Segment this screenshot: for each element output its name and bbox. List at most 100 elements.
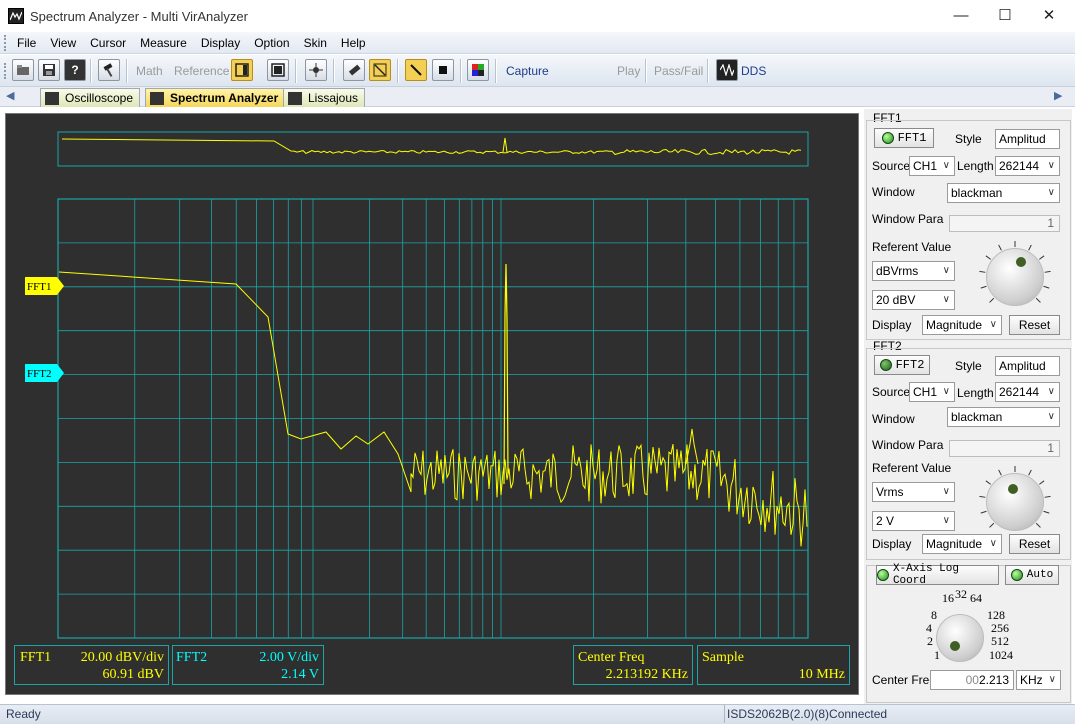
reference-button[interactable]: Reference (174, 59, 229, 83)
menu-display[interactable]: Display (194, 36, 247, 50)
fft2-length-select[interactable]: 262144 ∨ (995, 382, 1060, 402)
fft2-value: 2.14 V (281, 667, 319, 682)
fft1-source-select[interactable]: CH1 ∨ (909, 156, 955, 176)
menu-help[interactable]: Help (334, 36, 373, 50)
close-button[interactable]: ✕ (1026, 0, 1072, 30)
dial-label: 1024 (989, 648, 1013, 662)
fft2-source-select[interactable]: CH1 ∨ (909, 382, 955, 402)
fft2-style-select[interactable]: Amplitud (995, 356, 1060, 376)
fft2-window-value: blackman (951, 410, 1003, 424)
open-icon[interactable] (12, 59, 34, 81)
fft2-display-select[interactable]: Magnitude ∨ (922, 534, 1002, 554)
fft1-style-select[interactable]: Amplitud (995, 129, 1060, 149)
split-view-icon[interactable] (231, 59, 253, 81)
led-indicator-icon (879, 359, 892, 371)
chevron-down-icon: ∨ (989, 319, 997, 330)
fft2-toggle-button[interactable]: FFT2 (874, 355, 930, 375)
dial-label: 16 (942, 591, 954, 605)
chevron-down-icon: ∨ (989, 538, 997, 549)
fft1-window-select[interactable]: blackman ∨ (947, 183, 1060, 203)
knob-tick (979, 270, 986, 273)
xaxis-dial-knob[interactable] (936, 614, 984, 662)
color-icon[interactable] (467, 59, 489, 81)
menu-view[interactable]: View (43, 36, 83, 50)
fft1-value: 60.91 dBV (102, 667, 164, 682)
knob-tick (985, 480, 992, 485)
fft2-length-value: 262144 (999, 385, 1040, 399)
zoom-fit-icon[interactable] (369, 59, 391, 81)
knob-tick (1044, 270, 1051, 273)
dds-icon[interactable] (716, 59, 738, 81)
fft1-display-select[interactable]: Magnitude ∨ (922, 315, 1002, 335)
plot-grid (57, 198, 809, 639)
center-freq-label: Center Frec (872, 673, 936, 687)
maximize-button[interactable]: ☐ (982, 0, 1028, 30)
fft2-ref-knob[interactable] (986, 473, 1044, 531)
knob-tick (980, 510, 987, 514)
xaxis-log-coord-button[interactable]: X-Axis Log Coord (876, 563, 999, 587)
chevron-down-icon: ∨ (942, 515, 950, 526)
fft2-style-label: Style (955, 359, 982, 373)
knob-tick (979, 495, 986, 498)
tab-spectrum-analyzer[interactable]: Spectrum Analyzer (145, 88, 286, 107)
fft1-ref-scale-select[interactable]: 20 dBV ∨ (872, 290, 955, 310)
toolbar-separator (707, 59, 709, 83)
overview-peak (502, 137, 508, 153)
save-icon[interactable] (38, 59, 60, 81)
tab-label: Lissajous (308, 91, 359, 105)
crosshair-icon[interactable] (305, 59, 327, 81)
fft2-ref-scale-select[interactable]: 2 V ∨ (872, 511, 955, 531)
oscilloscope-icon (45, 91, 59, 105)
fft2-window-select[interactable]: blackman ∨ (947, 407, 1060, 427)
fft2-ref-unit-select[interactable]: Vrms ∨ (872, 482, 955, 502)
dds-button[interactable]: DDS (741, 59, 766, 83)
run-icon[interactable] (405, 59, 427, 81)
menu-option[interactable]: Option (247, 36, 296, 50)
fft1-reset-button[interactable]: Reset (1009, 315, 1060, 335)
fft1-display-value: Magnitude (926, 318, 983, 332)
fft1-ref-unit-value: dBVrms (876, 264, 919, 278)
hammer-icon[interactable] (98, 59, 120, 81)
tab-scroll-right-icon[interactable]: ▶ (1054, 89, 1062, 102)
fft1-ref-knob[interactable] (986, 248, 1044, 306)
minimize-button[interactable]: — (938, 0, 984, 30)
fft2-ref-label: Referent Value (872, 461, 952, 475)
dial-label: 32 (955, 587, 967, 601)
led-indicator-icon (877, 569, 889, 581)
help-icon[interactable]: ? (64, 59, 86, 81)
knob-tick (1043, 510, 1050, 514)
fft2-readout-name: FFT2 (176, 650, 208, 665)
menu-file[interactable]: File (10, 36, 43, 50)
play-button[interactable]: Play (617, 59, 640, 83)
tab-oscilloscope[interactable]: Oscilloscope (40, 88, 141, 107)
fft1-ref-unit-select[interactable]: dBVrms ∨ (872, 261, 955, 281)
knob-tick (1035, 297, 1041, 303)
probe-icon[interactable] (343, 59, 365, 81)
toolbar-separator (645, 59, 647, 83)
fft1-readout: FFT1 20.00 dBV/div 60.91 dBV (14, 645, 169, 685)
fft2-window-para-input[interactable]: 1 (949, 440, 1060, 457)
center-freq-input[interactable]: 002.213 (930, 670, 1014, 690)
fft1-window-para-input[interactable]: 1 (949, 215, 1060, 232)
center-freq-unit-select[interactable]: KHz ∨ (1016, 670, 1061, 690)
knob-tick (1028, 469, 1032, 476)
full-screen-icon[interactable] (267, 59, 289, 81)
fft1-length-select[interactable]: 262144 ∨ (995, 156, 1060, 176)
chevron-down-icon: ∨ (942, 294, 950, 305)
stop-icon[interactable] (432, 59, 454, 81)
menu-measure[interactable]: Measure (133, 36, 194, 50)
knob-tick (989, 297, 995, 303)
math-button[interactable]: Math (136, 59, 163, 83)
chevron-down-icon: ∨ (942, 160, 950, 171)
lissajous-icon (288, 91, 302, 105)
xaxis-auto-button[interactable]: Auto (1005, 565, 1059, 585)
menu-skin[interactable]: Skin (297, 36, 334, 50)
pass-fail-button[interactable]: Pass/Fail (654, 59, 703, 83)
fft2-reset-button[interactable]: Reset (1009, 534, 1060, 554)
fft1-length-value: 262144 (999, 159, 1040, 173)
tab-lissajous[interactable]: Lissajous (283, 88, 366, 107)
center-freq-label: Center Freq (578, 650, 645, 665)
fft1-toggle-button[interactable]: FFT1 (874, 128, 934, 148)
menu-cursor[interactable]: Cursor (83, 36, 133, 50)
tab-scroll-left-icon[interactable]: ◀ (6, 89, 14, 102)
